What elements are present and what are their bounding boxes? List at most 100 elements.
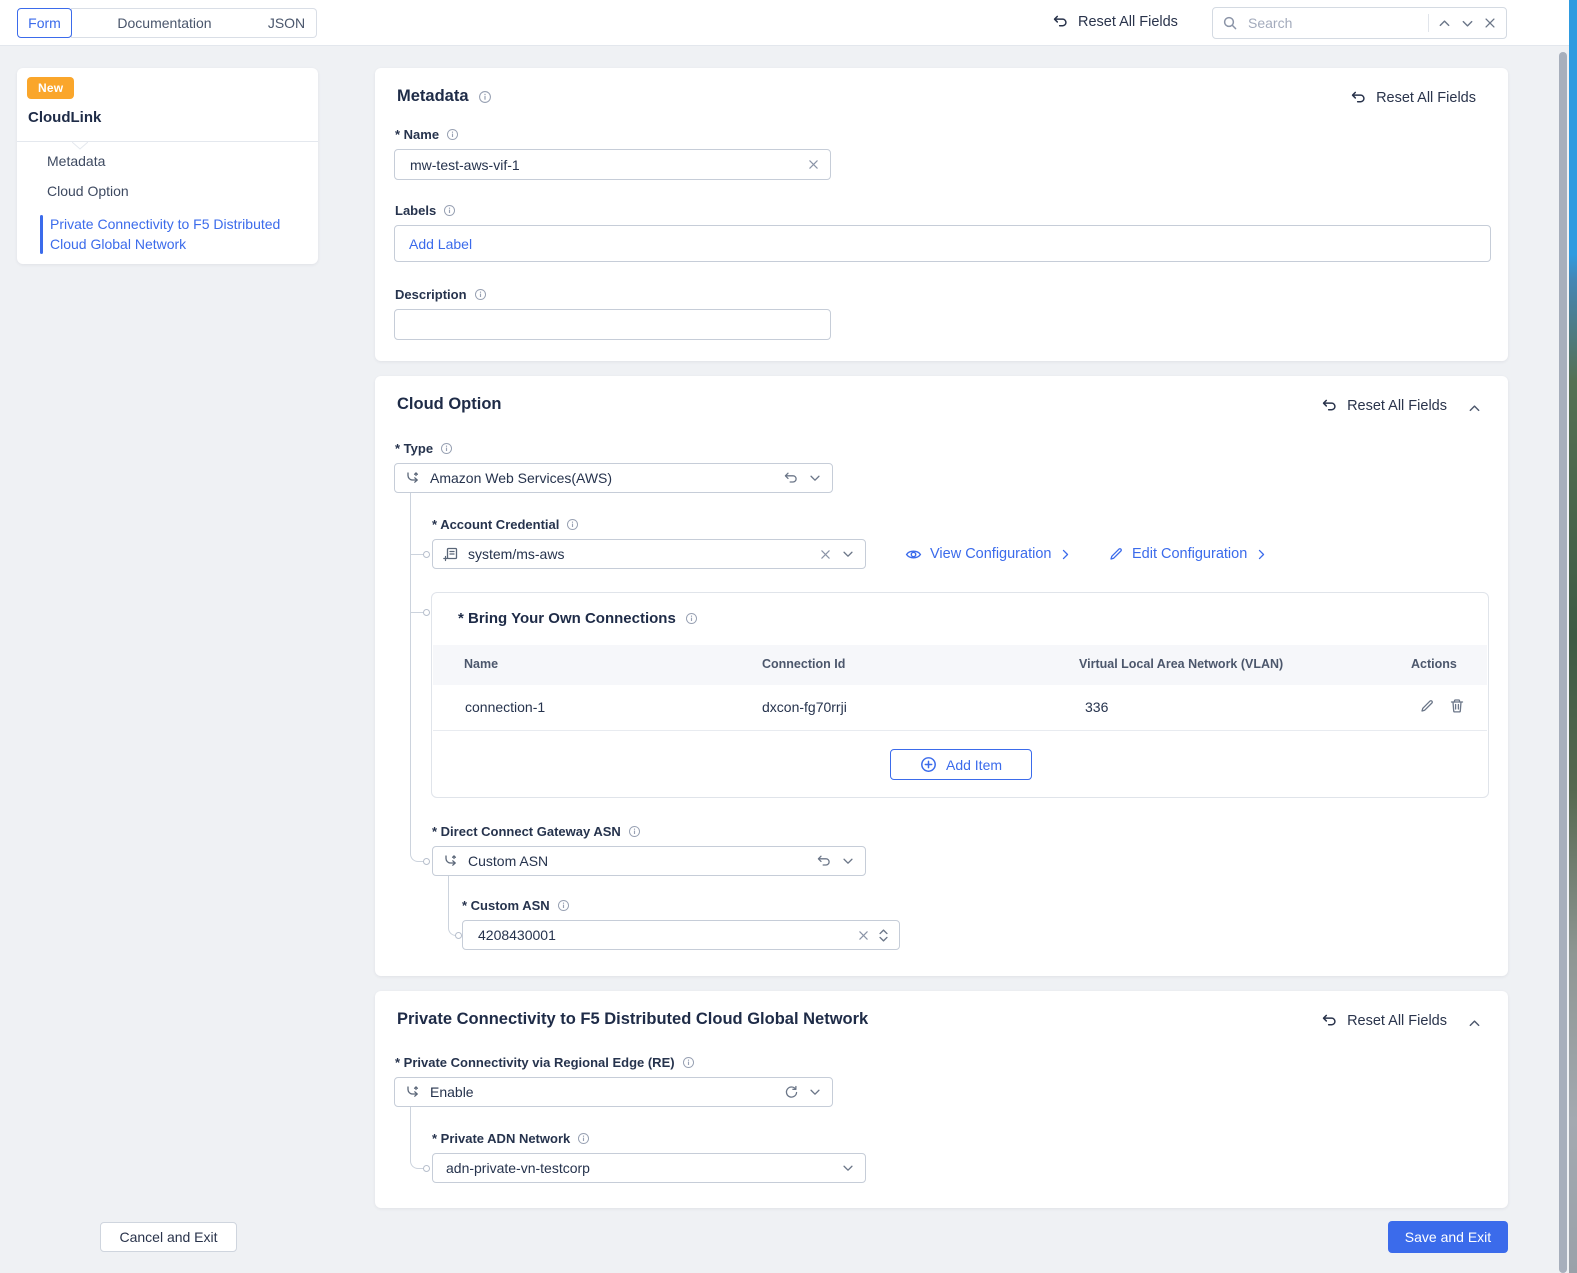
oneof-selector-icon	[407, 472, 419, 483]
labels-field-label: Labels	[395, 203, 437, 218]
custom-asn-input[interactable]	[476, 926, 849, 944]
oneof-selector-icon	[407, 1086, 419, 1097]
type-select[interactable]: Amazon Web Services(AWS)	[394, 463, 833, 493]
clear-icon[interactable]	[857, 929, 870, 942]
info-icon[interactable]	[682, 1056, 695, 1069]
private-connectivity-section-title: Private Connectivity to F5 Distributed C…	[397, 1010, 869, 1028]
info-icon[interactable]	[443, 204, 456, 217]
search-next-icon[interactable]	[1460, 16, 1475, 31]
tree-connector	[411, 554, 423, 555]
search-input[interactable]	[1246, 14, 1420, 32]
cancel-and-exit-button[interactable]: Cancel and Exit	[100, 1222, 237, 1252]
cloud-option-reset-label: Reset All Fields	[1347, 397, 1447, 414]
clear-icon[interactable]	[819, 548, 832, 561]
metadata-section-title: Metadata	[397, 87, 469, 105]
collapse-section-icon[interactable]	[1467, 401, 1482, 416]
column-vlan: Virtual Local Area Network (VLAN)	[1079, 657, 1284, 671]
tree-connector-dot	[455, 932, 462, 939]
cloud-option-section-title: Cloud Option	[397, 395, 502, 413]
undo-icon[interactable]	[816, 853, 832, 869]
search-close-icon[interactable]	[1483, 16, 1497, 30]
column-actions: Actions	[1411, 657, 1457, 671]
refresh-icon[interactable]	[784, 1085, 799, 1100]
top-toolbar: Form Documentation JSON Reset All Fields	[0, 0, 1569, 46]
view-configuration-link[interactable]: View Configuration	[905, 539, 1072, 569]
clear-icon[interactable]	[807, 158, 820, 171]
tree-connector-dot	[423, 858, 430, 865]
regional-edge-field-label: * Private Connectivity via Regional Edge…	[395, 1055, 675, 1070]
sidebar-item-private-connectivity[interactable]: Private Connectivity to F5 Distributed C…	[50, 214, 302, 254]
save-and-exit-button[interactable]: Save and Exit	[1388, 1221, 1508, 1253]
row-name: connection-1	[465, 699, 546, 715]
undo-icon	[1322, 1014, 1336, 1026]
private-connectivity-reset-label: Reset All Fields	[1347, 1012, 1447, 1029]
info-icon[interactable]	[557, 899, 570, 912]
tab-json[interactable]: JSON	[257, 8, 317, 38]
cloud-option-reset-all-fields-button[interactable]: Reset All Fields	[1321, 397, 1447, 414]
sidebar-item-cloud-option[interactable]: Cloud Option	[47, 183, 129, 199]
private-connectivity-section: Private Connectivity to F5 Distributed C…	[375, 991, 1508, 1208]
description-input-wrap	[394, 309, 831, 340]
info-icon[interactable]	[446, 128, 459, 141]
chevron-down-icon[interactable]	[841, 547, 855, 561]
add-label-button[interactable]: Add Label	[409, 236, 472, 252]
info-icon[interactable]	[685, 612, 698, 625]
info-icon[interactable]	[474, 288, 487, 301]
reset-all-fields-label: Reset All Fields	[1078, 13, 1178, 30]
column-connection-id: Connection Id	[762, 657, 846, 671]
labels-input-area[interactable]: Add Label	[394, 225, 1491, 262]
name-input-wrap	[394, 149, 831, 180]
info-icon[interactable]	[478, 90, 492, 104]
tab-documentation[interactable]: Documentation	[71, 8, 258, 38]
dcg-asn-value: Custom ASN	[468, 853, 549, 869]
chevron-down-icon[interactable]	[841, 1161, 855, 1175]
type-select-value: Amazon Web Services(AWS)	[430, 470, 613, 486]
stepper-up-icon[interactable]	[878, 928, 889, 935]
vertical-scrollbar[interactable]	[1559, 52, 1567, 1273]
chevron-down-icon[interactable]	[808, 1085, 822, 1099]
info-icon[interactable]	[628, 825, 641, 838]
reference-object-icon	[443, 547, 458, 562]
bring-your-own-connections-panel: * Bring Your Own Connections Name Connec…	[431, 592, 1489, 798]
info-icon[interactable]	[566, 518, 579, 531]
undo-icon	[1053, 15, 1067, 27]
undo-icon[interactable]	[783, 470, 799, 486]
regional-edge-select[interactable]: Enable	[394, 1077, 833, 1107]
metadata-reset-all-fields-button[interactable]: Reset All Fields	[1350, 89, 1476, 106]
chevron-down-icon[interactable]	[808, 471, 822, 485]
search-prev-icon[interactable]	[1437, 16, 1452, 31]
info-icon[interactable]	[577, 1132, 590, 1145]
dcg-asn-select[interactable]: Custom ASN	[432, 846, 866, 876]
plus-circle-icon	[921, 757, 936, 772]
private-connectivity-reset-all-fields-button[interactable]: Reset All Fields	[1321, 1012, 1447, 1029]
number-stepper[interactable]	[878, 928, 889, 943]
adn-network-field-label: * Private ADN Network	[432, 1131, 571, 1146]
sidebar-divider	[17, 141, 318, 142]
delete-row-icon[interactable]	[1449, 698, 1465, 714]
add-item-button[interactable]: Add Item	[890, 749, 1032, 780]
tree-connector	[410, 841, 424, 862]
column-name: Name	[464, 657, 499, 671]
account-credential-field-label: * Account Credential	[432, 517, 560, 532]
edit-configuration-label: Edit Configuration	[1132, 546, 1248, 562]
row-vlan: 336	[1085, 699, 1109, 715]
collapse-section-icon[interactable]	[1467, 1016, 1482, 1031]
name-input[interactable]	[408, 155, 799, 174]
info-icon[interactable]	[440, 442, 453, 455]
description-input[interactable]	[408, 315, 820, 334]
tab-form[interactable]: Form	[17, 8, 72, 38]
reset-all-fields-button[interactable]: Reset All Fields	[1052, 13, 1178, 30]
chevron-down-icon[interactable]	[841, 854, 855, 868]
edit-row-icon[interactable]	[1419, 698, 1435, 714]
sidebar-item-metadata[interactable]: Metadata	[47, 153, 105, 169]
search-box	[1212, 7, 1507, 39]
new-badge: New	[27, 77, 75, 99]
account-credential-select[interactable]: system/ms-aws	[432, 539, 866, 569]
background-page-edge	[1569, 0, 1577, 1273]
stepper-down-icon[interactable]	[878, 936, 889, 943]
custom-asn-field-label: * Custom ASN	[462, 898, 550, 913]
edit-configuration-link[interactable]: Edit Configuration	[1108, 539, 1268, 569]
adn-network-select[interactable]: adn-private-vn-testcorp	[432, 1153, 866, 1183]
chevron-right-icon	[1063, 549, 1069, 559]
dcg-asn-field-label: * Direct Connect Gateway ASN	[432, 824, 621, 839]
